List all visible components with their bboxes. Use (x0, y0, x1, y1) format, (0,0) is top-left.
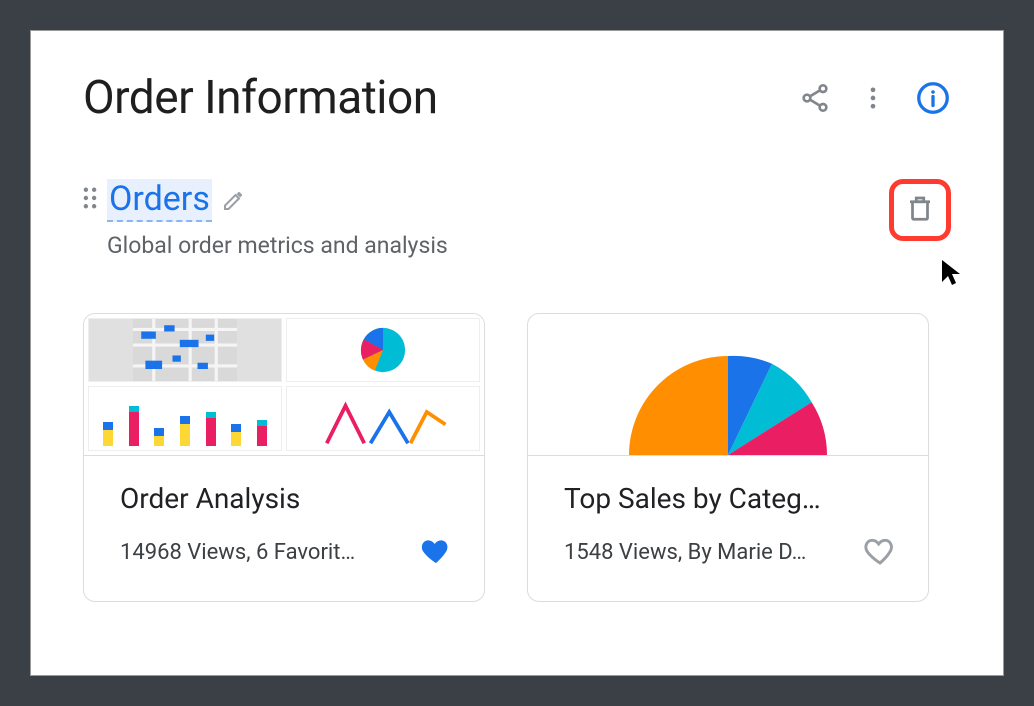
card-preview (528, 314, 928, 456)
cards-row: Order Analysis 14968 Views, 6 Favorit… (83, 313, 951, 602)
card-meta: 1548 Views, By Marie D… (564, 540, 852, 565)
section-description: Global order metrics and analysis (107, 232, 448, 259)
bar-thumb-icon (88, 386, 282, 451)
heart-outline-icon[interactable] (864, 535, 896, 571)
info-icon[interactable] (915, 80, 951, 116)
trash-icon (905, 193, 935, 227)
section-name-wrap: Orders Global order metrics and analysis (107, 179, 448, 259)
page-title: Order Information (83, 71, 438, 125)
card-meta: 14968 Views, 6 Favorit… (120, 540, 408, 565)
card-meta-row: 14968 Views, 6 Favorit… (120, 535, 452, 571)
delete-section-button[interactable] (889, 179, 951, 241)
map-thumb-icon (88, 318, 282, 383)
pencil-icon[interactable] (222, 188, 246, 212)
section-head-row: Orders Global order metrics and analysis (83, 179, 951, 259)
card-title: Top Sales by Categ… (564, 482, 896, 515)
card-body: Order Analysis 14968 Views, 6 Favorit… (84, 456, 484, 601)
dashboard-panel: Order Information (30, 30, 1004, 676)
heart-filled-icon[interactable] (420, 535, 452, 571)
card-meta-row: 1548 Views, By Marie D… (564, 535, 896, 571)
share-icon[interactable] (799, 82, 831, 114)
header-row: Order Information (83, 71, 951, 125)
header-actions (799, 80, 951, 116)
report-card[interactable]: Order Analysis 14968 Views, 6 Favorit… (83, 313, 485, 602)
card-body: Top Sales by Categ… 1548 Views, By Marie… (528, 456, 928, 601)
card-preview (84, 314, 484, 456)
card-title: Order Analysis (120, 482, 452, 515)
section-title-input[interactable]: Orders (107, 179, 212, 222)
half-pie-icon (528, 314, 928, 455)
drag-handle-icon[interactable] (83, 187, 97, 213)
pie-thumb-icon (286, 318, 480, 383)
section-title-line: Orders (107, 179, 448, 222)
report-card[interactable]: Top Sales by Categ… 1548 Views, By Marie… (527, 313, 929, 602)
section-head-left: Orders Global order metrics and analysis (83, 179, 448, 259)
cursor-pointer-icon (939, 258, 963, 292)
more-vert-icon[interactable] (859, 84, 887, 112)
line-thumb-icon (286, 386, 480, 451)
